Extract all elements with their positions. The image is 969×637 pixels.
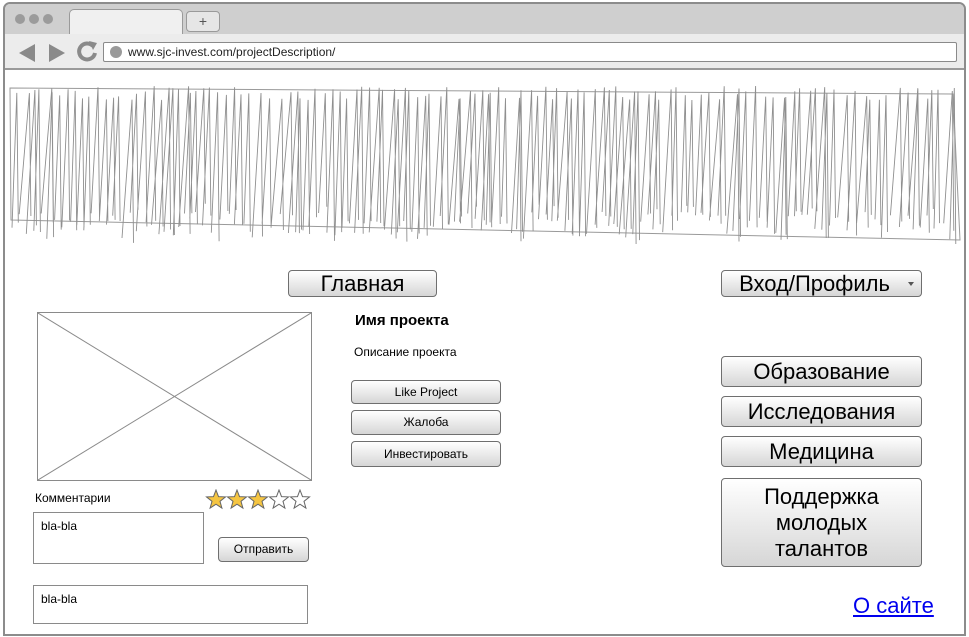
category-education-button[interactable]: Образование — [721, 356, 922, 387]
url-text: www.sjc-invest.com/projectDescription/ — [128, 45, 336, 59]
address-bar[interactable]: www.sjc-invest.com/projectDescription/ — [103, 42, 957, 62]
category-young-talents-button[interactable]: Поддержка молодых талантов — [721, 478, 922, 567]
login-profile-label: Вход/Профиль — [739, 271, 890, 296]
project-description: Описание проекта — [354, 345, 457, 359]
new-tab-button[interactable]: + — [186, 11, 220, 32]
browser-tab[interactable] — [69, 9, 183, 34]
star-filled-icon[interactable] — [247, 489, 269, 510]
window-dot-icon[interactable] — [29, 14, 39, 24]
about-link[interactable]: О сайте — [853, 593, 934, 619]
browser-window: + www.sjc-invest.com/projectDescription/… — [3, 2, 966, 636]
comments-label: Комментарии — [35, 491, 111, 505]
complaint-button[interactable]: Жалоба — [351, 410, 501, 435]
reload-icon[interactable] — [76, 40, 98, 62]
send-comment-button[interactable]: Отправить — [218, 537, 309, 562]
browser-toolbar: www.sjc-invest.com/projectDescription/ — [5, 34, 964, 70]
project-name: Имя проекта — [355, 312, 449, 329]
category-medicine-button[interactable]: Медицина — [721, 436, 922, 467]
title-bar: + — [5, 4, 964, 34]
back-arrow-icon[interactable] — [19, 44, 35, 62]
star-filled-icon[interactable] — [226, 489, 248, 510]
project-image-placeholder — [37, 312, 312, 481]
star-filled-icon[interactable] — [205, 489, 227, 510]
window-dot-icon[interactable] — [43, 14, 53, 24]
home-button[interactable]: Главная — [288, 270, 437, 297]
category-research-button[interactable]: Исследования — [721, 396, 922, 427]
forward-arrow-icon[interactable] — [49, 44, 65, 62]
invest-button[interactable]: Инвестировать — [351, 441, 501, 467]
comment-item: bla-bla — [33, 585, 308, 624]
site-info-icon[interactable] — [110, 46, 122, 58]
star-empty-icon[interactable] — [289, 489, 311, 510]
star-empty-icon[interactable] — [268, 489, 290, 510]
banner-placeholder — [9, 85, 961, 244]
rating-stars[interactable] — [205, 489, 311, 511]
comment-input[interactable]: bla-bla — [33, 512, 204, 564]
chevron-down-icon — [908, 282, 914, 286]
banner-scribble — [11, 85, 957, 244]
login-profile-dropdown[interactable]: Вход/Профиль — [721, 270, 922, 297]
window-dot-icon[interactable] — [15, 14, 25, 24]
like-project-button[interactable]: Like Project — [351, 380, 501, 404]
